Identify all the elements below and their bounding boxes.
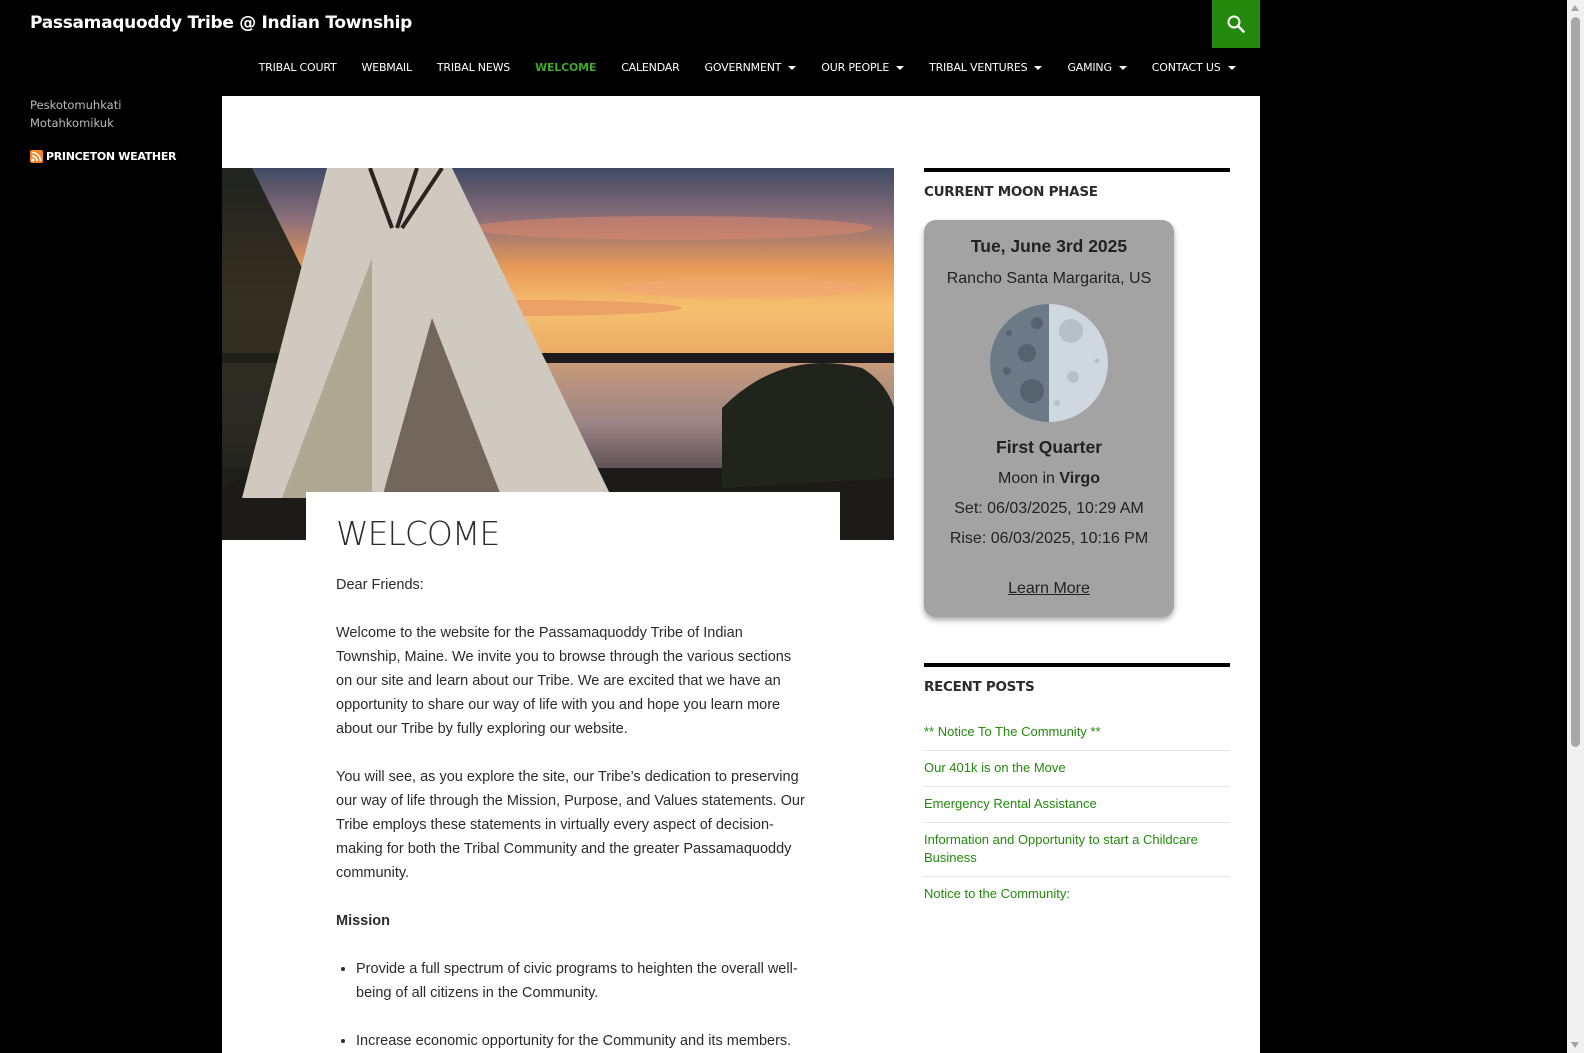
paragraph: Welcome to the website for the Passamaqu… [336, 625, 792, 737]
nav-label: CALENDAR [621, 61, 680, 74]
nav-label: GAMING [1067, 61, 1112, 74]
right-sidebar: CURRENT MOON PHASE Tue, June 3rd 2025 Ra… [924, 168, 1230, 912]
site-header: Passamaquoddy Tribe @ Indian Township TR… [0, 0, 1260, 96]
moon-sign-value: Virgo [1059, 470, 1100, 487]
caret-down-icon [1118, 65, 1127, 70]
nav-label: WELCOME [535, 61, 597, 74]
site-tagline: Peskotomuhkati Motahkomikuk [30, 96, 210, 132]
recent-posts-title: RECENT POSTS [924, 663, 1230, 695]
scrollbar-thumb[interactable] [1571, 17, 1580, 747]
recent-posts-widget: RECENT POSTS ** Notice To The Community … [924, 663, 1230, 912]
moon-sign: Moon in Virgo [924, 470, 1174, 488]
learn-more-link[interactable]: Learn More [1008, 580, 1090, 598]
nav-label: CONTACT US [1151, 61, 1221, 74]
recent-post-link[interactable]: Emergency Rental Assistance [924, 787, 1230, 823]
moon-location: Rancho Santa Margarita, US [946, 270, 1152, 287]
list-item: Increase economic opportunity for the Co… [356, 1029, 810, 1053]
recent-post-link[interactable]: Information and Opportunity to start a C… [924, 823, 1230, 877]
search-icon [1227, 15, 1245, 33]
weather-link-label: PRINCETON WEATHER [46, 150, 177, 163]
moon-phase-card: Tue, June 3rd 2025 Rancho Santa Margarit… [924, 220, 1174, 617]
page-title: WELCOME [336, 514, 500, 553]
welcome-article: WELCOME Dear Friends: Welcome to the web… [306, 492, 840, 1053]
main-content: WELCOME Dear Friends: Welcome to the web… [222, 96, 1260, 1053]
moon-in-prefix: Moon in [998, 470, 1060, 487]
moon-date: Tue, June 3rd 2025 [970, 236, 1128, 256]
princeton-weather-link[interactable]: PRINCETON WEATHER [30, 150, 210, 163]
nav-item-tribal-news[interactable]: TRIBAL NEWS [424, 61, 522, 74]
left-sidebar: Peskotomuhkati Motahkomikuk PRINCETON WE… [30, 96, 210, 163]
caret-down-icon [1227, 65, 1236, 70]
nav-label: GOVERNMENT [704, 61, 782, 74]
moon-phase-name: First Quarter [996, 437, 1102, 457]
nav-item-government[interactable]: GOVERNMENT [692, 61, 809, 74]
recent-posts-list: ** Notice To The Community ** Our 401k i… [924, 715, 1230, 912]
vertical-scrollbar[interactable] [1567, 0, 1584, 1053]
nav-label: TRIBAL COURT [258, 61, 337, 74]
paragraph: You will see, as you explore the site, o… [336, 769, 805, 881]
search-button[interactable] [1212, 0, 1260, 48]
caret-down-icon [896, 65, 905, 70]
nav-item-our-people[interactable]: OUR PEOPLE [809, 61, 917, 74]
greeting: Dear Friends: [336, 577, 424, 593]
hero-image-teepee-sunset [222, 168, 894, 540]
nav-item-welcome[interactable]: WELCOME [523, 61, 609, 74]
scroll-up-arrow-icon[interactable] [1571, 5, 1579, 11]
caret-down-icon [1034, 65, 1043, 70]
recent-post-link[interactable]: ** Notice To The Community ** [924, 715, 1230, 751]
nav-item-tribal-ventures[interactable]: TRIBAL VENTURES [917, 61, 1055, 74]
caret-down-icon [788, 65, 797, 70]
moon-set-time: Set: 06/03/2025, 10:29 AM [954, 500, 1144, 517]
moon-widget-title: CURRENT MOON PHASE [924, 168, 1230, 200]
site-title[interactable]: Passamaquoddy Tribe @ Indian Township [30, 13, 412, 33]
nav-label: TRIBAL NEWS [436, 61, 511, 74]
moon-rise-time: Rise: 06/03/2025, 10:16 PM [949, 530, 1149, 547]
scroll-down-arrow-icon[interactable] [1571, 1042, 1579, 1048]
list-item: Provide a full spectrum of civic program… [356, 957, 810, 1005]
tagline-line: Motahkomikuk [30, 116, 114, 130]
moon-icon [989, 303, 1109, 423]
nav-label: TRIBAL VENTURES [929, 61, 1028, 74]
nav-label: WEBMAIL [361, 61, 413, 74]
rss-icon [30, 150, 43, 163]
tagline-line: Peskotomuhkati [30, 98, 122, 112]
nav-item-calendar[interactable]: CALENDAR [609, 61, 692, 74]
mission-list: Provide a full spectrum of civic program… [356, 957, 810, 1053]
recent-post-link[interactable]: Our 401k is on the Move [924, 751, 1230, 787]
nav-label: OUR PEOPLE [821, 61, 890, 74]
entry-content: Dear Friends: Welcome to the website for… [336, 573, 810, 1053]
primary-nav: TRIBAL COURT WEBMAIL TRIBAL NEWS WELCOME… [246, 61, 1248, 74]
mission-heading: Mission [336, 913, 390, 929]
nav-item-tribal-court[interactable]: TRIBAL COURT [246, 61, 349, 74]
nav-item-contact-us[interactable]: CONTACT US [1139, 61, 1248, 74]
recent-post-link[interactable]: Notice to the Community: [924, 877, 1230, 912]
nav-item-gaming[interactable]: GAMING [1055, 61, 1139, 74]
nav-item-webmail[interactable]: WEBMAIL [349, 61, 424, 74]
